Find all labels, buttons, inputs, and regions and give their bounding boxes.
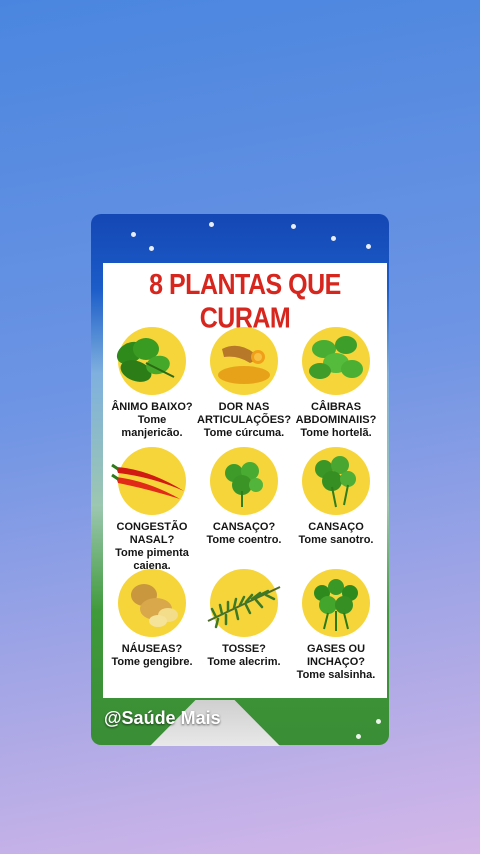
poster-title: 8 PLANTAS QUE CURAM xyxy=(149,268,341,335)
plant-item-coriander: CANSAÇO? Tome coentro. xyxy=(197,447,291,547)
plant-question: ÂNIMO BAIXO? xyxy=(111,401,193,413)
sparkle xyxy=(376,719,381,724)
plant-answer: Tome alecrim. xyxy=(207,656,281,668)
plant-question: CÂIBRAS ABDOMINAIIS? xyxy=(295,401,377,426)
plant-item-basil: ÂNIMO BAIXO? Tome manjericão. xyxy=(105,327,199,440)
plant-answer: Tome salsinha. xyxy=(296,669,376,681)
plant-item-turmeric: DOR NAS ARTICULAÇÕES? Tome cúrcuma. xyxy=(197,327,291,440)
plant-question: CANSAÇO xyxy=(308,521,364,533)
infographic-poster: 8 PLANTAS QUE CURAM ÂNIMO BAIXO? Tome ma… xyxy=(103,263,387,698)
chili-icon xyxy=(111,447,186,515)
plant-item-chili: CONGESTÃO NASAL? Tome pimenta caiena. xyxy=(105,447,199,573)
plant-item-ginger: NÁUSEAS? Tome gengibre. xyxy=(105,569,199,669)
plant-answer: Tome gengibre. xyxy=(111,656,193,668)
plant-answer: Tome cúrcuma. xyxy=(203,427,285,439)
coriander-icon xyxy=(210,447,278,515)
sparkle xyxy=(209,222,214,227)
plant-question: CONGESTÃO NASAL? xyxy=(116,521,188,546)
sparkle xyxy=(291,224,296,229)
plant-question: CANSAÇO? xyxy=(212,521,276,533)
sparkle xyxy=(131,232,136,237)
cilantro-icon xyxy=(302,447,370,515)
sparkle xyxy=(366,244,371,249)
plant-question: TOSSE? xyxy=(222,643,266,655)
sparkle xyxy=(331,236,336,241)
plant-question: NÁUSEAS? xyxy=(121,643,183,655)
plant-answer: Tome sanotro. xyxy=(298,534,374,546)
sparkle xyxy=(149,246,154,251)
plant-answer: Tome hortelã. xyxy=(300,427,372,439)
parsley-icon xyxy=(302,569,370,637)
plant-answer: manjericão. xyxy=(121,427,183,439)
rosemary-icon xyxy=(207,569,281,637)
plant-answer: Tome xyxy=(137,414,167,426)
plant-item-cilantro: CANSAÇO Tome sanotro. xyxy=(289,447,383,547)
plant-question: DOR NAS ARTICULAÇÕES? xyxy=(197,401,292,426)
mint-icon xyxy=(302,327,370,395)
plant-question: GASES OU INCHAÇO? xyxy=(306,643,366,668)
plant-answer: Tome coentro. xyxy=(206,534,282,546)
turmeric-icon xyxy=(210,327,278,395)
plant-answer: Tome pimenta xyxy=(115,547,189,559)
plant-item-rosemary: TOSSE? Tome alecrim. xyxy=(197,569,291,669)
sparkle xyxy=(356,734,361,739)
plant-item-parsley: GASES OU INCHAÇO? Tome salsinha. xyxy=(289,569,383,682)
plant-item-mint: CÂIBRAS ABDOMINAIIS? Tome hortelã. xyxy=(289,327,383,440)
watermark: @Saúde Mais xyxy=(104,708,221,728)
basil-icon xyxy=(116,327,186,395)
ginger-icon xyxy=(118,569,186,637)
